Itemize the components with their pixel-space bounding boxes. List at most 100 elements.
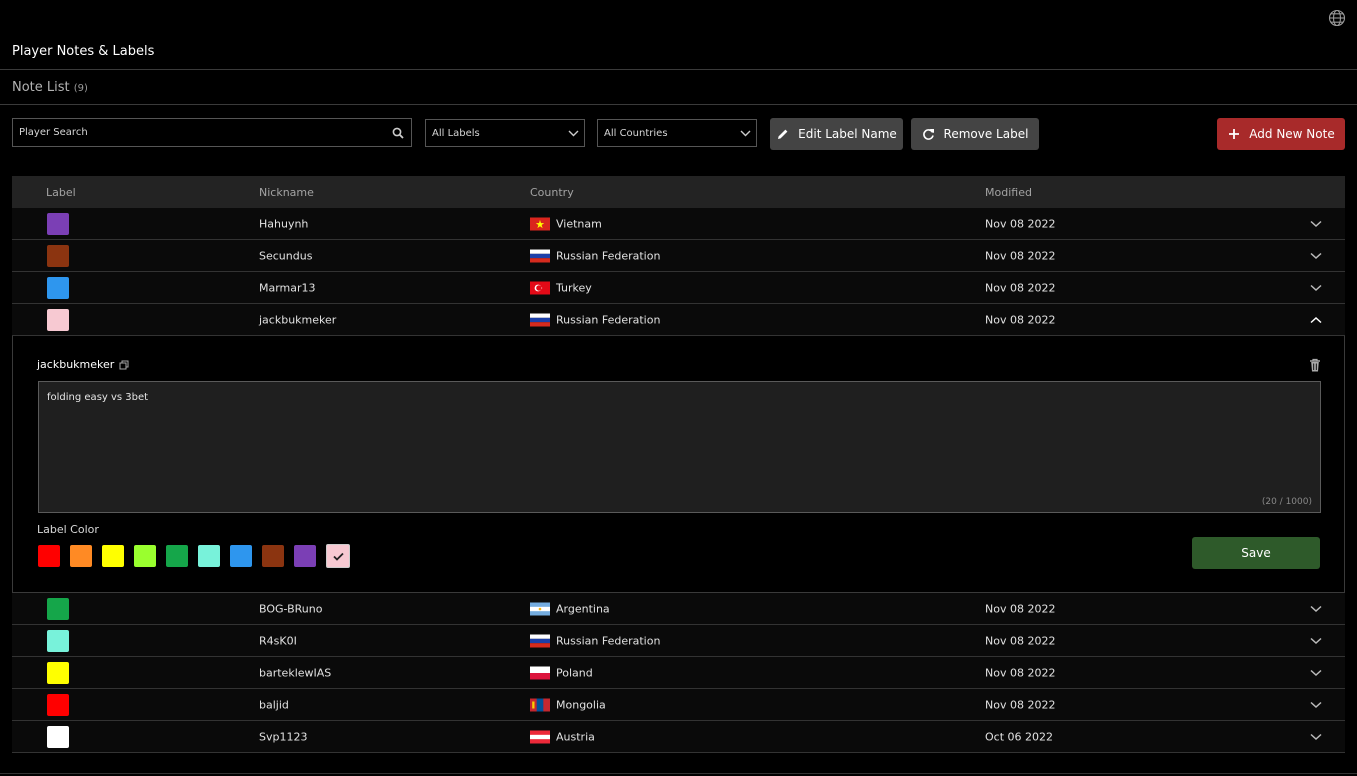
- country-name: Russian Federation: [556, 634, 661, 647]
- color-swatch-option[interactable]: [230, 545, 252, 567]
- label-color-swatch: [47, 244, 69, 267]
- country-flag-icon: [530, 313, 550, 326]
- table-row[interactable]: Marmar13 Turkey Nov 08 2022: [12, 272, 1345, 304]
- country-cell: Mongolia: [530, 698, 606, 711]
- globe-icon[interactable]: [1328, 9, 1346, 27]
- note-player-name: jackbukmeker: [37, 358, 129, 371]
- edit-label-name-button[interactable]: Edit Label Name: [770, 118, 903, 150]
- chevron-down-icon[interactable]: [1308, 633, 1324, 649]
- modified-cell: Nov 08 2022: [985, 249, 1056, 262]
- color-swatch-option[interactable]: [294, 545, 316, 567]
- nickname-cell: baljid: [259, 698, 289, 711]
- country-flag-icon: [530, 281, 550, 294]
- color-swatch-option[interactable]: [38, 545, 60, 567]
- color-swatch-option[interactable]: [102, 545, 124, 567]
- color-swatch-option[interactable]: [70, 545, 92, 567]
- search-placeholder: Player Search: [19, 127, 88, 138]
- nickname-cell: Secundus: [259, 249, 313, 262]
- note-text: folding easy vs 3bet: [47, 392, 149, 403]
- header-nickname[interactable]: Nickname: [259, 186, 314, 199]
- nickname-cell: BOG-BRuno: [259, 602, 323, 615]
- table-row[interactable]: barteklewIAS Poland Nov 08 2022: [12, 657, 1345, 689]
- countries-filter-select[interactable]: All Countries: [597, 119, 757, 147]
- country-flag-icon: [530, 698, 550, 711]
- chevron-down-icon[interactable]: [1308, 665, 1324, 681]
- modified-cell: Oct 06 2022: [985, 730, 1054, 743]
- country-name: Poland: [556, 666, 593, 679]
- trash-icon[interactable]: [1307, 357, 1323, 373]
- note-count: (9): [73, 83, 88, 94]
- note-list-heading: Note List (9): [12, 80, 88, 95]
- label-color-title: Label Color: [37, 523, 99, 536]
- label-color-swatch: [47, 212, 69, 235]
- page-title: Player Notes & Labels: [12, 44, 155, 59]
- modified-cell: Nov 08 2022: [985, 281, 1056, 294]
- color-swatch-option[interactable]: [326, 544, 350, 568]
- table-row[interactable]: Secundus Russian Federation Nov 08 2022: [12, 240, 1345, 272]
- label-color-swatch: [47, 693, 69, 716]
- chevron-down-icon[interactable]: [1308, 729, 1324, 745]
- edit-label-name-label: Edit Label Name: [798, 127, 897, 141]
- color-swatch-option[interactable]: [198, 545, 220, 567]
- chevron-down-icon[interactable]: [1308, 280, 1324, 296]
- label-color-swatch: [47, 276, 69, 299]
- table-row[interactable]: jackbukmeker Russian Federation Nov 08 202…: [12, 304, 1345, 336]
- modified-cell: Nov 08 2022: [985, 602, 1056, 615]
- note-player-label: jackbukmeker: [37, 358, 115, 371]
- chevron-down-icon[interactable]: [1308, 248, 1324, 264]
- country-name: Russian Federation: [556, 313, 661, 326]
- table-row[interactable]: Svp1123 Austria Oct 06 2022: [12, 721, 1345, 753]
- modified-cell: Nov 08 2022: [985, 313, 1056, 326]
- search-icon[interactable]: [385, 119, 411, 146]
- nickname-cell: jackbukmeker: [259, 313, 337, 326]
- country-name: Mongolia: [556, 698, 606, 711]
- remove-label-button[interactable]: Remove Label: [911, 118, 1039, 150]
- table-row[interactable]: baljid Mongolia Nov 08 2022: [12, 689, 1345, 721]
- country-cell: Argentina: [530, 602, 610, 615]
- labels-filter-select[interactable]: All Labels: [425, 119, 585, 147]
- country-cell: Vietnam: [530, 217, 602, 230]
- refresh-icon: [922, 127, 936, 141]
- copy-icon[interactable]: [119, 360, 129, 370]
- table-row[interactable]: Hahuynh Vietnam Nov 08 2022: [12, 208, 1345, 240]
- save-button[interactable]: Save: [1192, 537, 1320, 569]
- country-cell: Poland: [530, 666, 593, 679]
- chevron-down-icon[interactable]: [1308, 697, 1324, 713]
- add-new-note-button[interactable]: Add New Note: [1217, 118, 1345, 150]
- country-cell: Austria: [530, 730, 595, 743]
- color-swatch-option[interactable]: [262, 545, 284, 567]
- table-row[interactable]: BOG-BRuno Argentina Nov 08 2022: [12, 593, 1345, 625]
- country-name: Austria: [556, 730, 595, 743]
- label-color-swatch: [47, 629, 69, 652]
- nickname-cell: Marmar13: [259, 281, 316, 294]
- player-search-input[interactable]: Player Search: [12, 118, 412, 147]
- save-label: Save: [1241, 546, 1271, 560]
- country-flag-icon: [530, 602, 550, 615]
- chevron-down-icon[interactable]: [1308, 601, 1324, 617]
- header-modified[interactable]: Modified: [985, 186, 1032, 199]
- country-name: Argentina: [556, 602, 610, 615]
- countries-filter-value: All Countries: [604, 127, 668, 139]
- chevron-up-icon[interactable]: [1308, 312, 1324, 328]
- country-cell: Russian Federation: [530, 313, 660, 326]
- label-color-swatch: [47, 725, 69, 748]
- country-cell: Russian Federation: [530, 249, 660, 262]
- header-label: Label: [46, 185, 76, 199]
- country-flag-icon: [530, 634, 550, 647]
- pencil-icon: [776, 127, 790, 141]
- nickname-cell: barteklewIAS: [259, 666, 332, 679]
- checkmark-icon: [332, 552, 344, 561]
- color-palette: [38, 544, 360, 568]
- note-textarea[interactable]: folding easy vs 3bet (20 / 1000): [38, 381, 1321, 513]
- divider: [0, 104, 1357, 105]
- header-country[interactable]: Country: [530, 186, 574, 199]
- table-row[interactable]: R4sK0I Russian Federation Nov 08 2022: [12, 625, 1345, 657]
- remove-label-label: Remove Label: [943, 127, 1029, 141]
- country-name: Russian Federation: [556, 249, 661, 262]
- chevron-down-icon[interactable]: [1308, 216, 1324, 232]
- country-cell: Russian Federation: [530, 634, 660, 647]
- note-list-label: Note List: [12, 80, 70, 95]
- color-swatch-option[interactable]: [134, 545, 156, 567]
- labels-filter-value: All Labels: [432, 127, 480, 139]
- color-swatch-option[interactable]: [166, 545, 188, 567]
